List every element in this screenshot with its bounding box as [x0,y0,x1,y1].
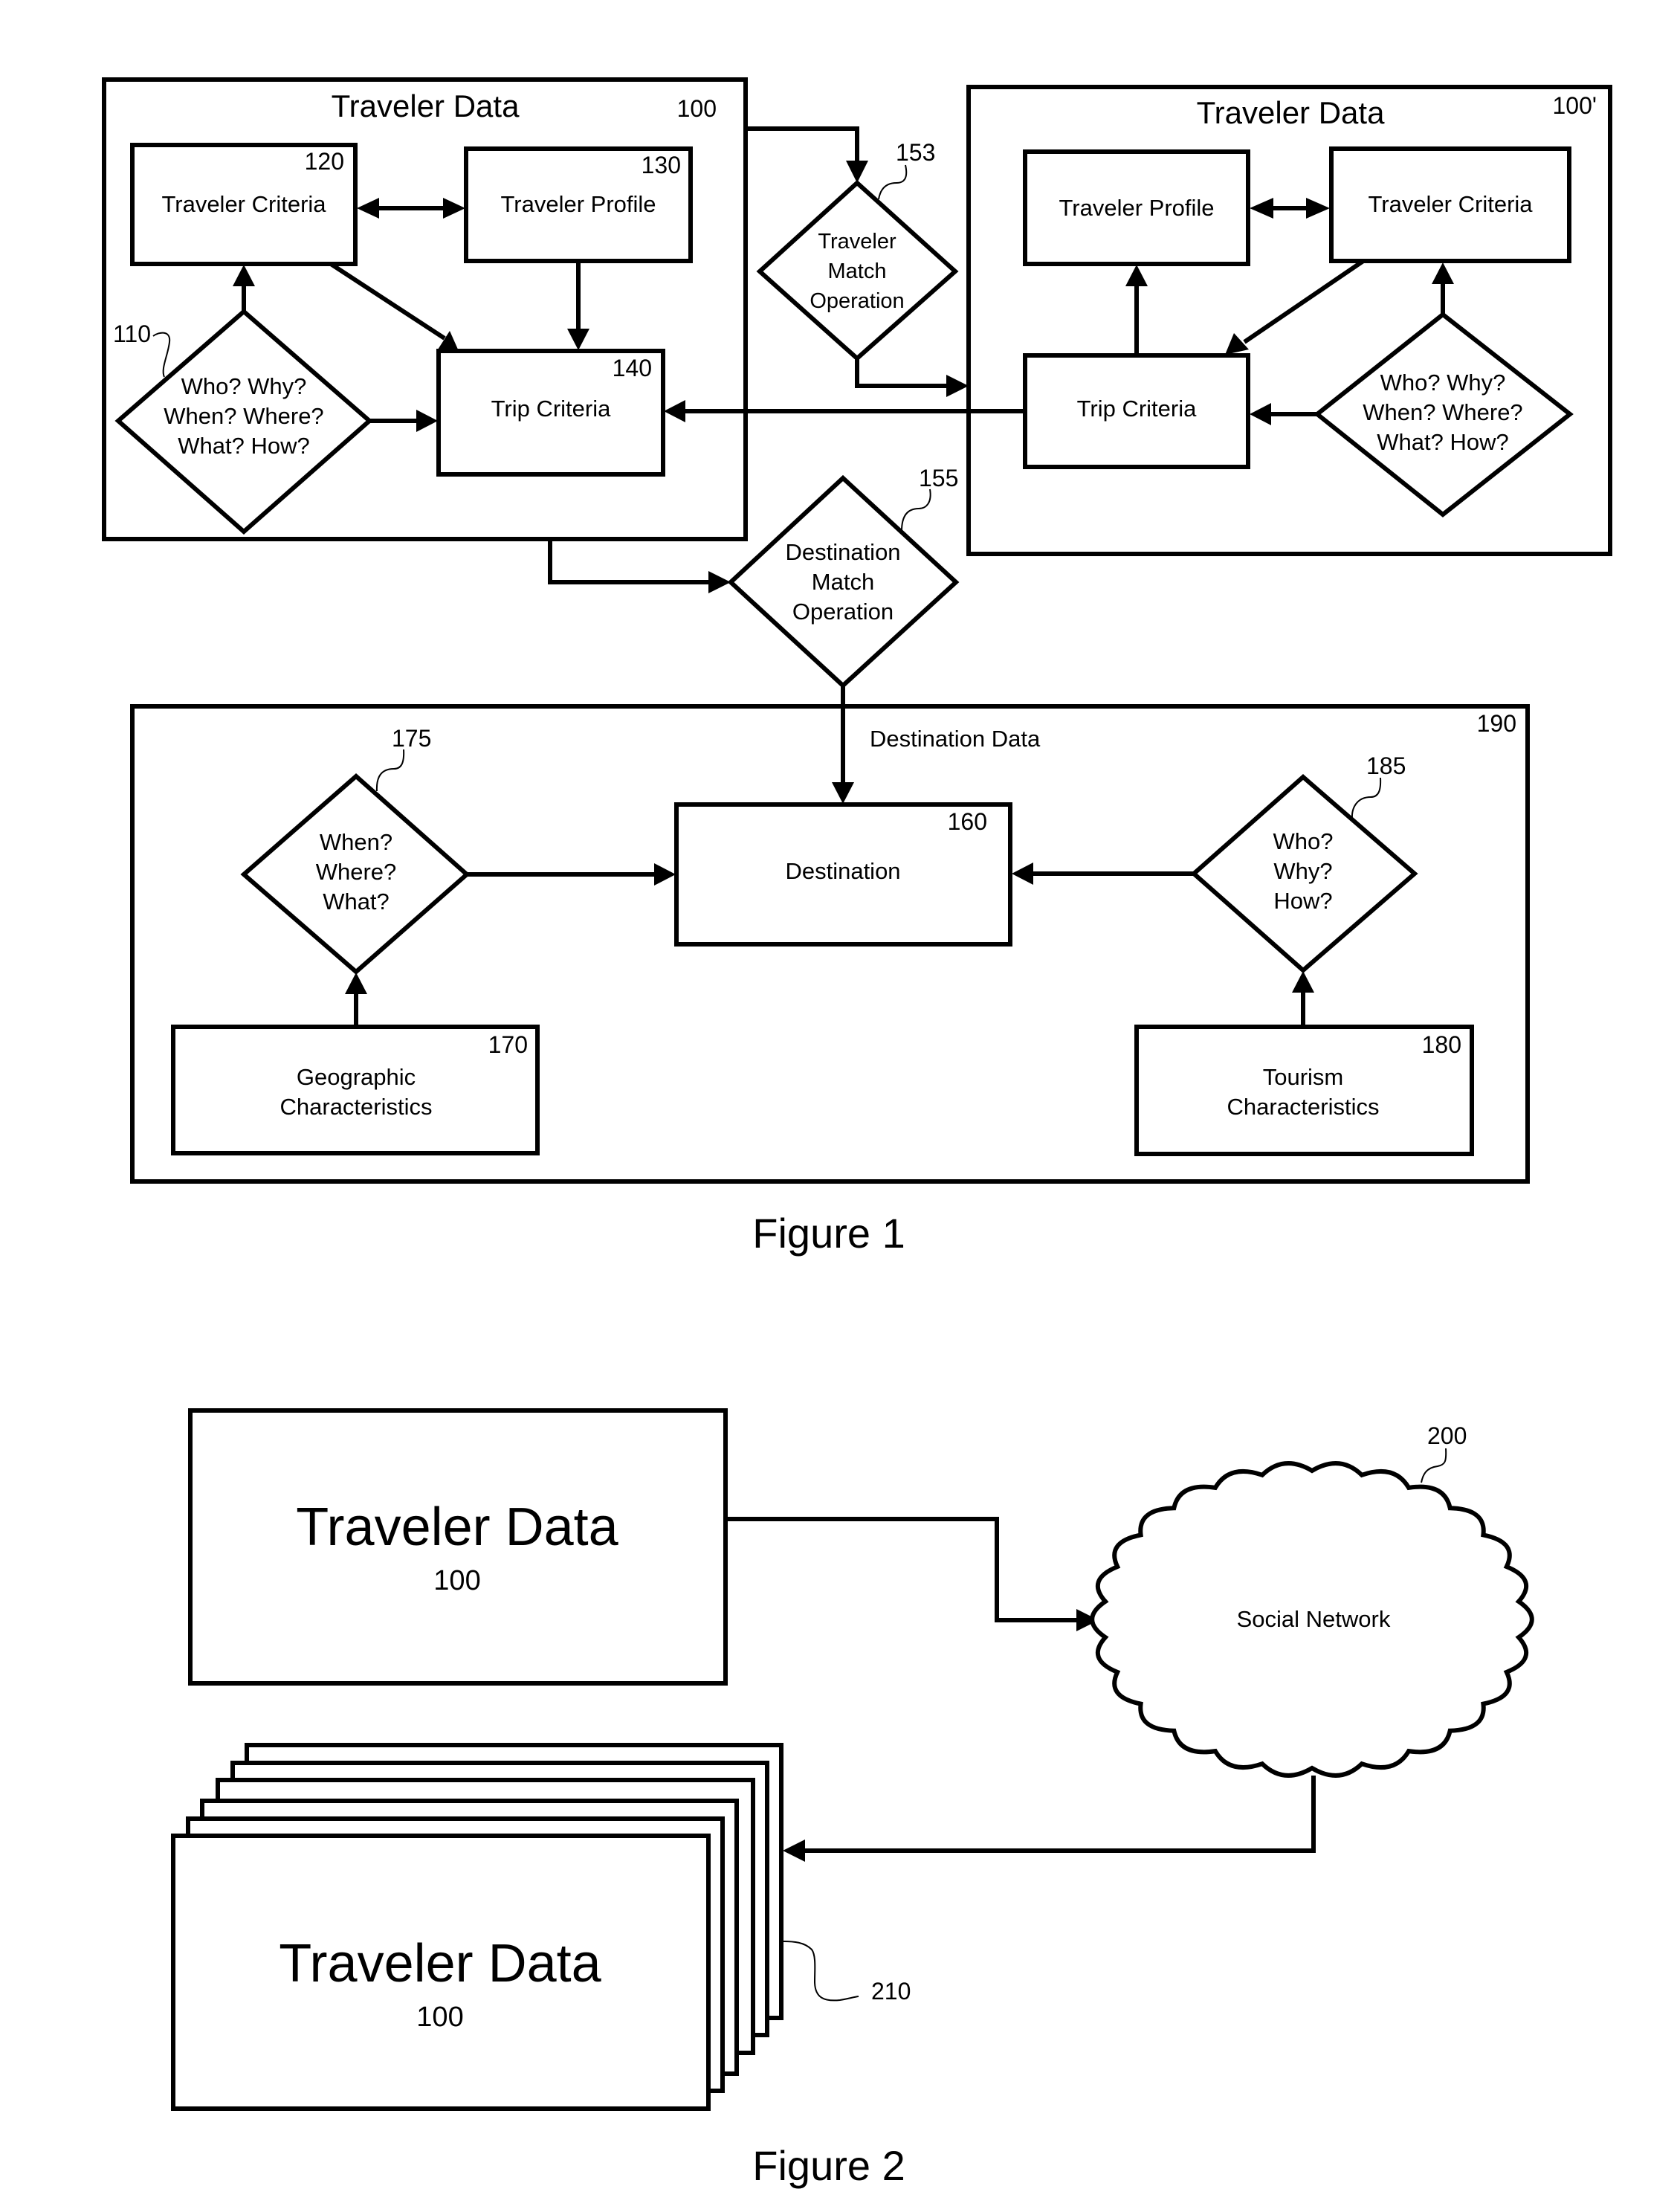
questions-b-line-3: What? How? [1377,429,1508,455]
geographic-line-1: Geographic [297,1064,416,1090]
connector-100-to-dest-match [548,539,708,584]
arrowhead-right-icon [654,863,676,886]
connector-100-to-match [746,126,859,161]
arrowhead-up-icon [345,973,367,994]
social-network-label: Social Network [1237,1606,1391,1632]
tourism-questions-line-1: Who? [1273,828,1334,854]
traveler-match-line-3: Operation [810,289,904,313]
questions-line-2: When? Where? [164,403,323,429]
questions-b-line-2: When? Where? [1363,399,1522,425]
figure-1: Traveler Data 100 120 Traveler Criteria … [102,77,1612,1257]
arrowhead-right-icon [708,571,731,593]
leader-155 [901,488,931,532]
traveler-criteria-label-b: Traveler Criteria [1368,191,1533,217]
ref-120: 120 [305,148,344,175]
ref-180: 180 [1422,1031,1461,1058]
traveler-match-153: Traveler Match Operation 153 [746,126,969,397]
leader-210 [782,1941,859,2002]
tourism-questions-line-2: Why? [1273,858,1332,884]
questions-line-3: What? How? [178,433,309,459]
leader-200 [1421,1448,1447,1483]
geo-questions-line-1: When? [320,829,392,855]
destination-label: Destination [785,858,900,884]
ref-210: 210 [871,1978,911,2005]
tourism-line-2: Characteristics [1227,1094,1380,1120]
traveler-profile-label-b: Traveler Profile [1059,195,1214,221]
fig2-stack-ref: 100 [416,2002,463,2033]
figure-1-caption: Figure 1 [752,1210,905,1257]
questions-line-1: Who? Why? [181,373,307,399]
traveler-data-100: Traveler Data 100 120 Traveler Criteria … [102,77,748,541]
ref-100-prime: 100' [1553,92,1597,119]
ref-170: 170 [488,1031,528,1058]
fig2-traveler-data-title: Traveler Data [296,1497,618,1557]
fig2-stack-title: Traveler Data [279,1934,601,1993]
traveler-data-stack-210 [171,1743,783,2111]
questions-b-line-1: Who? Why? [1380,370,1506,396]
trip-criteria-label-b: Trip Criteria [1077,396,1198,422]
traveler-criteria-label: Traveler Criteria [161,191,326,217]
ref-185: 185 [1366,752,1406,779]
ref-110: 110 [113,320,151,347]
destination-match-line-3: Operation [792,599,894,625]
traveler-match-line-1: Traveler [818,230,896,254]
arrowhead-down-icon [832,782,854,804]
traveler-data-100-title: Traveler Data [332,88,520,123]
ref-200: 200 [1427,1422,1467,1449]
geo-questions-line-2: Where? [316,859,397,885]
connector-to-social-network [726,1517,1076,1622]
leader-175 [375,749,405,792]
ref-100: 100 [677,95,717,122]
arrowhead-down-icon [846,161,868,183]
arrowhead-up-icon [1292,971,1314,993]
connector-match-to-100b [855,358,946,388]
tourism-line-1: Tourism [1263,1064,1344,1090]
traveler-data-100-prime-title: Traveler Data [1197,95,1386,130]
traveler-profile-label: Traveler Profile [500,191,656,217]
figure-2-caption: Figure 2 [752,2142,905,2189]
ref-175: 175 [392,725,431,752]
ref-153: 153 [896,139,935,166]
destination-data-190: Destination Data 190 160 Destination Whe… [130,704,1530,1184]
leader-185 [1351,777,1382,819]
ref-140: 140 [613,355,652,381]
traveler-match-line-2: Match [828,259,887,283]
arrowhead-right-icon [946,375,969,397]
ref-130: 130 [642,152,681,178]
fig2-traveler-data-ref: 100 [433,1565,480,1596]
geographic-line-2: Characteristics [280,1094,433,1120]
traveler-data-100-prime: Traveler Data 100' Traveler Profile Trav… [966,85,1612,556]
destination-match-line-2: Match [812,569,874,595]
trip-criteria-label: Trip Criteria [491,396,612,422]
ref-160: 160 [948,808,987,835]
destination-data-title: Destination Data [870,726,1041,752]
arrowhead-left-icon [783,1839,805,1862]
patent-drawing: Traveler Data 100 120 Traveler Criteria … [102,77,1612,2189]
arrowhead-left-icon [1012,862,1033,885]
ref-155: 155 [919,465,958,491]
geographic-box [171,1025,540,1155]
leader-153 [878,164,908,200]
geo-questions-line-3: What? [323,889,390,915]
ref-190: 190 [1477,710,1516,737]
figure-2: Traveler Data 100 Social Network 200 Tra… [171,1408,1534,2189]
tourism-questions-line-3: How? [1273,888,1332,914]
connector-social-to-stack [805,1776,1316,1853]
destination-match-line-1: Destination [785,539,900,565]
